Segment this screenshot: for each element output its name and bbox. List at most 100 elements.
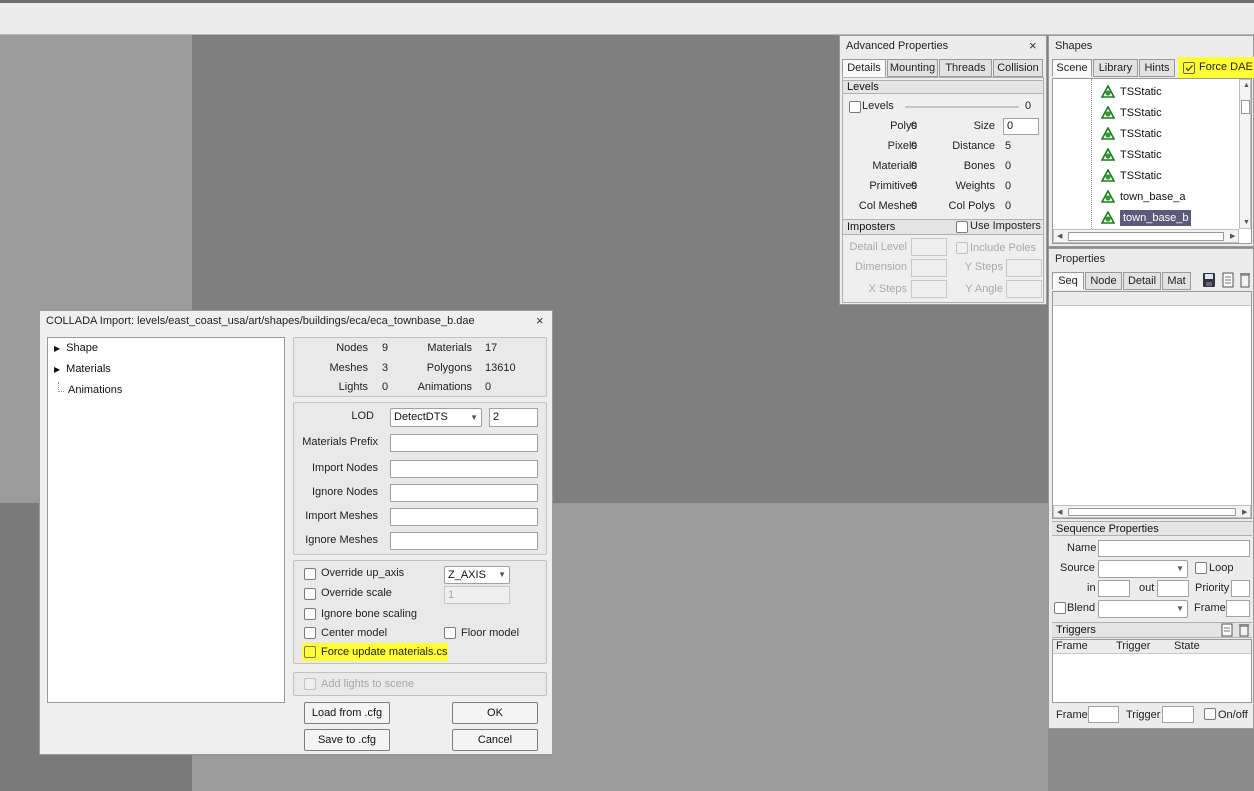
scroll-left-icon[interactable]: ◀	[1057, 232, 1062, 240]
horizontal-scrollbar[interactable]: ◀ ▶	[1053, 229, 1239, 243]
up-axis-dropdown[interactable]: Z_AXIS ▼	[444, 566, 510, 584]
add-trigger-icon[interactable]	[1221, 623, 1233, 637]
y-angle-input[interactable]	[1006, 280, 1042, 298]
detail-level-input[interactable]	[911, 238, 947, 256]
source-dropdown[interactable]: ▼	[1098, 560, 1188, 578]
tab-details[interactable]: Details	[842, 59, 886, 77]
size-input[interactable]: 0	[1003, 118, 1039, 135]
scale-input[interactable]: 1	[444, 586, 510, 604]
floor-model-checkbox[interactable]	[444, 627, 456, 639]
load-from-cfg-button[interactable]: Load from .cfg	[304, 702, 390, 724]
scrollbar-thumb[interactable]	[1241, 100, 1250, 114]
save-icon[interactable]	[1202, 272, 1216, 288]
priority-input[interactable]	[1231, 580, 1250, 597]
stats-group: Nodes 9 Materials 17 Meshes 3 Polygons 1…	[293, 337, 547, 397]
add-lights-checkbox[interactable]	[304, 678, 316, 690]
tree-item-animations[interactable]: Animations	[68, 380, 122, 401]
cancel-button[interactable]: Cancel	[452, 729, 538, 751]
shape-tree: ▶ Shape ▶ Materials Animations	[47, 337, 285, 703]
lod-dropdown[interactable]: DetectDTS ▼	[390, 408, 482, 427]
ignore-nodes-input[interactable]	[390, 484, 538, 502]
levels-checkbox[interactable]	[849, 101, 861, 113]
import-meshes-input[interactable]	[390, 508, 538, 526]
materials-prefix-input[interactable]	[390, 434, 538, 452]
y-steps-input[interactable]	[1006, 259, 1042, 277]
scroll-down-icon[interactable]: ▼	[1243, 219, 1250, 226]
vertical-scrollbar[interactable]: ▲ ▼	[1239, 79, 1251, 229]
scroll-left-icon[interactable]: ◀	[1057, 508, 1062, 516]
tab-mounting[interactable]: Mounting	[887, 59, 938, 77]
trigger-input[interactable]	[1162, 706, 1194, 723]
tab-detail[interactable]: Detail	[1123, 272, 1161, 290]
tab-scene[interactable]: Scene	[1052, 59, 1092, 77]
expand-arrow-icon[interactable]: ▶	[54, 365, 60, 374]
tab-node[interactable]: Node	[1085, 272, 1122, 290]
frame-input[interactable]	[1226, 600, 1250, 617]
tree-item[interactable]: TSStatic	[1101, 145, 1162, 166]
tree-item[interactable]: TSStatic	[1101, 82, 1162, 103]
tree-item-shape[interactable]: ▶ Shape	[54, 338, 98, 359]
force-update-materials-checkbox[interactable]	[304, 646, 316, 658]
ignore-bone-scaling-checkbox[interactable]	[304, 608, 316, 620]
onoff-checkbox[interactable]	[1204, 708, 1216, 720]
tree-item-selected[interactable]: town_base_b	[1101, 208, 1192, 229]
tab-collision[interactable]: Collision	[993, 59, 1043, 77]
close-icon[interactable]: ×	[536, 313, 544, 328]
delete-trigger-icon[interactable]	[1238, 623, 1250, 637]
tree-item[interactable]: TSStatic	[1101, 124, 1162, 145]
trigger-frame-label: Frame	[1056, 709, 1088, 721]
trigger-label: Trigger	[1126, 709, 1161, 721]
tree-item[interactable]: TSStatic	[1101, 103, 1162, 124]
scroll-right-icon[interactable]: ▶	[1230, 232, 1235, 240]
triggers-list-header: Frame Trigger State	[1053, 640, 1251, 654]
override-scale-checkbox[interactable]	[304, 588, 316, 600]
import-nodes-input[interactable]	[390, 460, 538, 478]
use-imposters-checkbox[interactable]	[956, 221, 968, 233]
out-input[interactable]	[1157, 580, 1189, 597]
tab-hints[interactable]: Hints	[1139, 59, 1175, 77]
blend-checkbox[interactable]	[1054, 602, 1066, 614]
in-input[interactable]	[1098, 580, 1130, 597]
chevron-down-icon: ▼	[498, 570, 506, 579]
ignore-meshes-input[interactable]	[390, 532, 538, 550]
name-input[interactable]	[1098, 540, 1250, 557]
new-sequence-icon[interactable]	[1222, 272, 1234, 288]
tab-seq[interactable]: Seq	[1052, 272, 1084, 290]
dimension-input[interactable]	[911, 259, 947, 277]
tree-item-materials[interactable]: ▶ Materials	[54, 359, 111, 380]
include-poles-checkbox[interactable]	[956, 242, 968, 254]
levels-slider[interactable]	[905, 106, 1019, 108]
scrollbar-thumb[interactable]	[1068, 508, 1236, 516]
delete-icon[interactable]	[1239, 272, 1251, 288]
bones-label: Bones	[963, 160, 995, 172]
ok-button[interactable]: OK	[452, 702, 538, 724]
dimension-label: Dimension	[855, 261, 907, 273]
expand-arrow-icon[interactable]: ▶	[54, 344, 60, 353]
horizontal-scrollbar[interactable]: ◀ ▶	[1053, 505, 1251, 518]
distance-value: 5	[1005, 140, 1012, 152]
loop-checkbox[interactable]	[1195, 562, 1207, 574]
close-icon[interactable]: ×	[1029, 38, 1037, 53]
tree-item[interactable]: town_base_a	[1101, 187, 1185, 208]
tree-item[interactable]: TSStatic	[1101, 166, 1162, 187]
center-model-checkbox[interactable]	[304, 627, 316, 639]
tab-mat[interactable]: Mat	[1162, 272, 1191, 290]
blend-dropdown[interactable]: ▼	[1098, 600, 1188, 618]
scroll-right-icon[interactable]: ▶	[1242, 508, 1247, 516]
x-steps-input[interactable]	[911, 280, 947, 298]
override-up-axis-checkbox[interactable]	[304, 568, 316, 580]
source-label: Source	[1060, 562, 1095, 574]
save-to-cfg-button[interactable]: Save to .cfg	[304, 729, 390, 751]
blend-label: Blend	[1067, 602, 1096, 614]
scroll-up-icon[interactable]: ▲	[1243, 82, 1250, 89]
tab-threads[interactable]: Threads	[939, 59, 992, 77]
scrollbar-thumb[interactable]	[1068, 232, 1224, 241]
tab-library[interactable]: Library	[1093, 59, 1138, 77]
force-dae-checkbox[interactable]	[1183, 62, 1195, 74]
sequence-list[interactable]: ◀ ▶	[1052, 291, 1252, 519]
tree-item-label: Materials	[66, 363, 111, 375]
tree-item-label: town_base_a	[1120, 191, 1186, 203]
trigger-frame-input[interactable]	[1088, 706, 1119, 723]
lod-size-input[interactable]: 2	[489, 408, 538, 427]
triggers-list[interactable]: Frame Trigger State	[1052, 639, 1252, 703]
